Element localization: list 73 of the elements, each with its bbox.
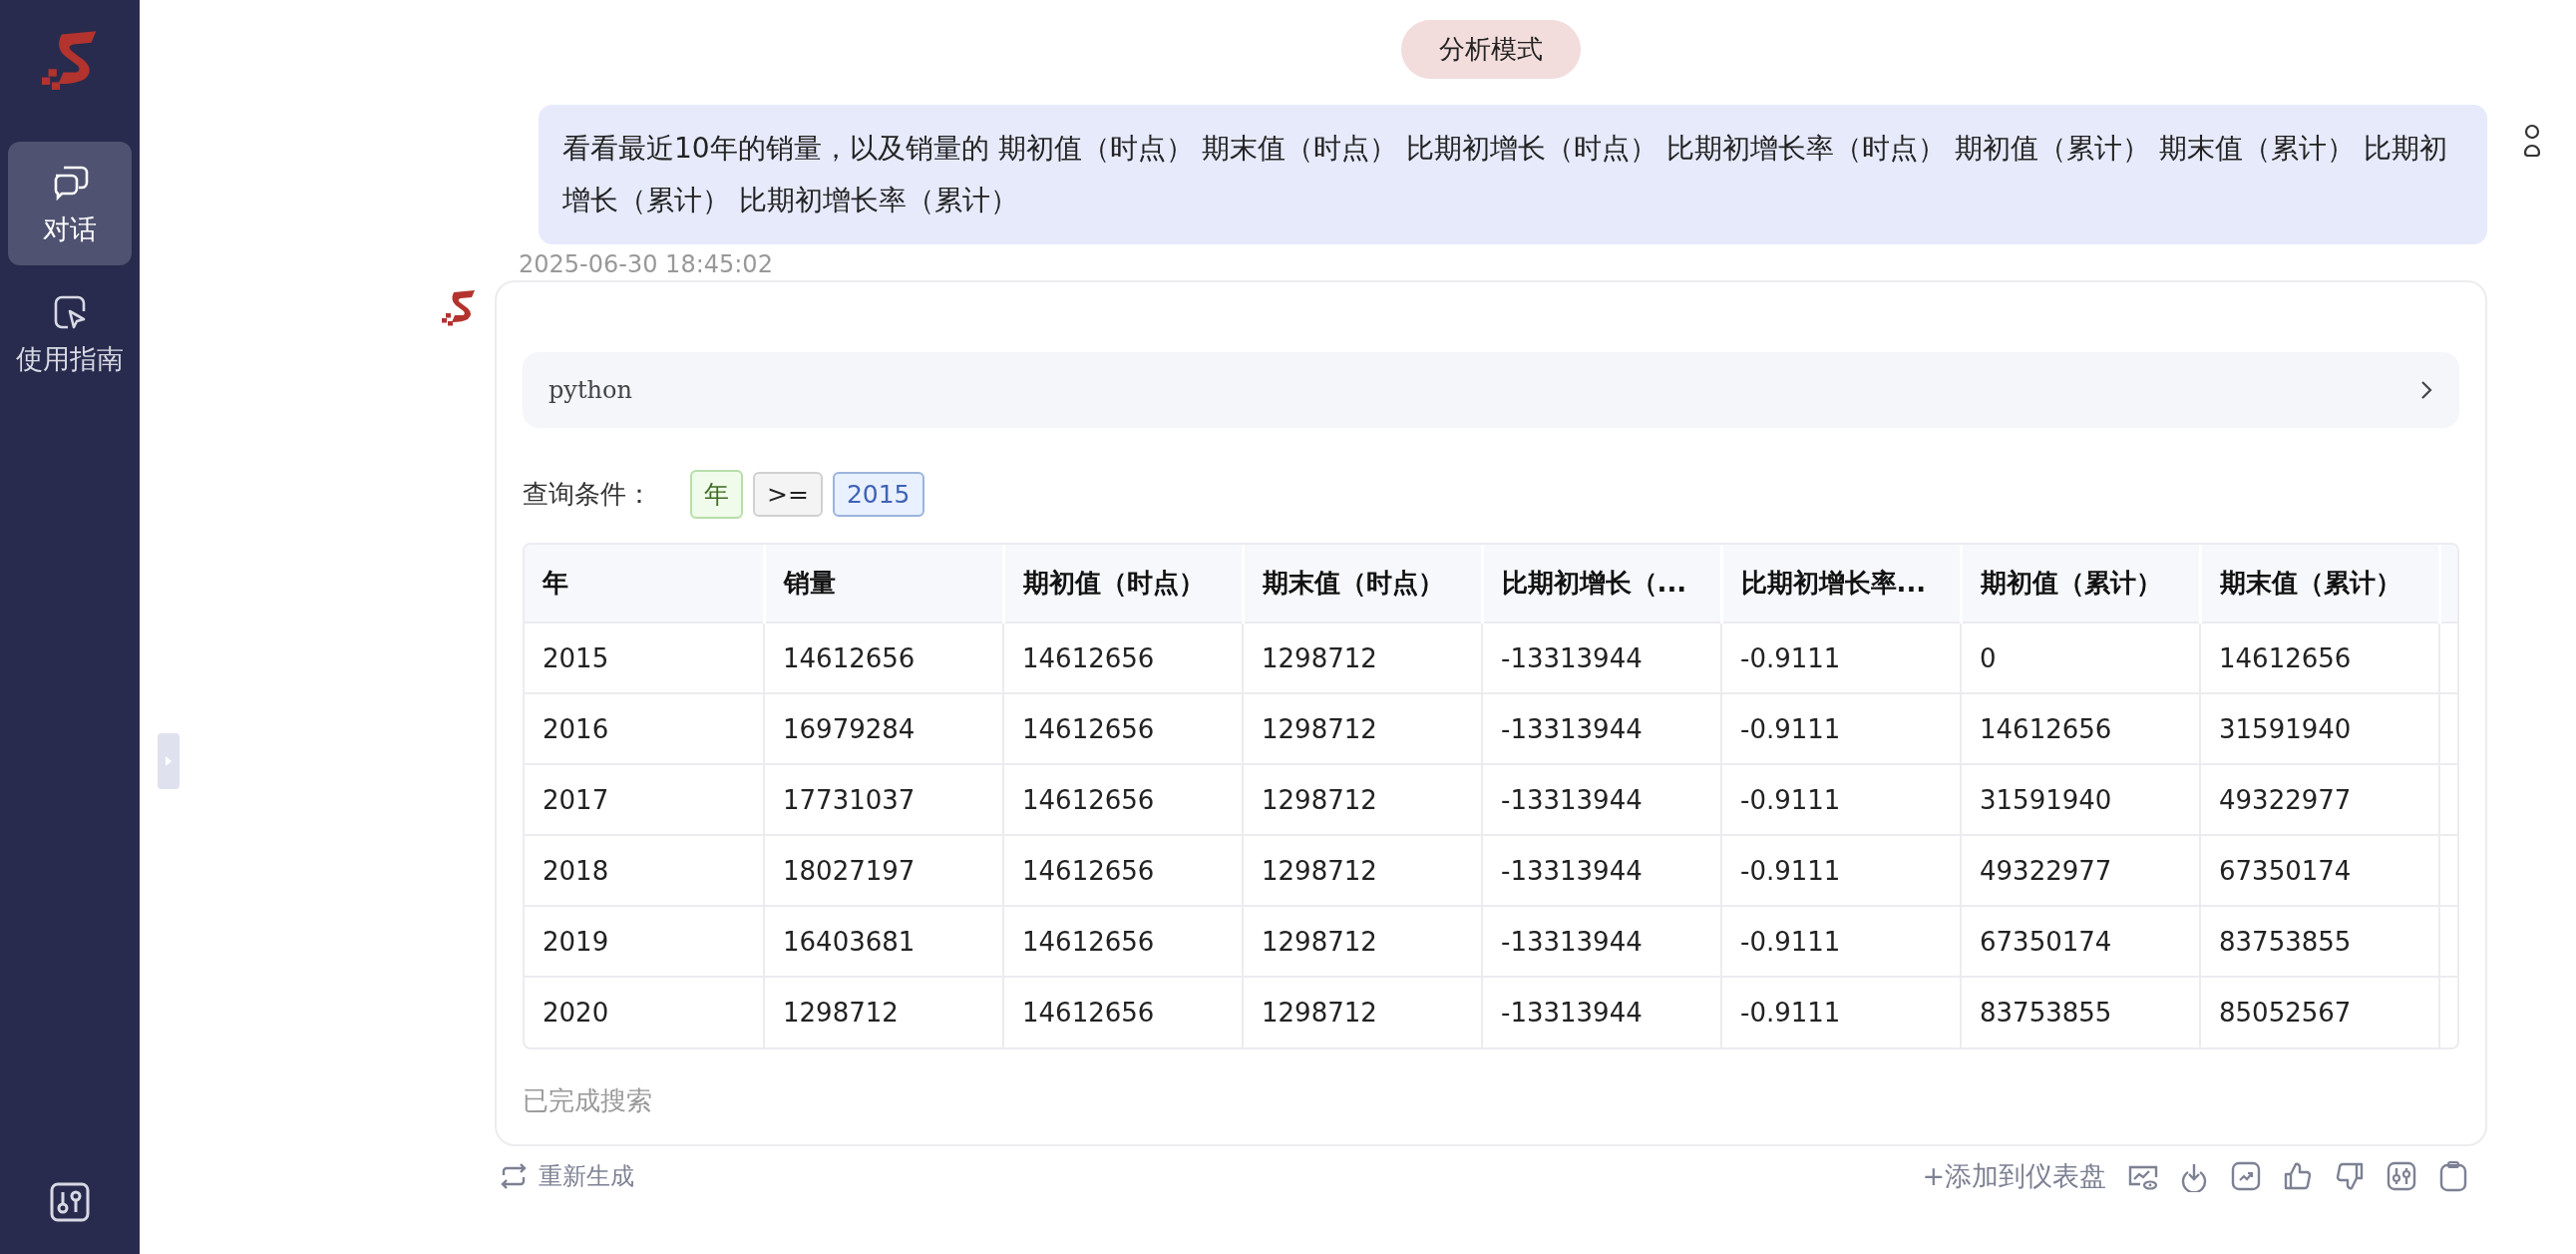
condition-tag: 2015 — [832, 472, 924, 517]
regenerate-button[interactable]: 重新生成 — [495, 1160, 634, 1192]
table-cell: -13313944 — [1501, 713, 1643, 744]
status-text: 已完成搜索 — [523, 1084, 653, 1117]
query-label: 查询条件： — [523, 478, 652, 511]
trend-chart-icon[interactable] — [2230, 1160, 2262, 1192]
table-cell: 2017 — [543, 784, 609, 815]
expand-handle[interactable] — [158, 733, 180, 789]
table-cell: 2020 — [543, 998, 609, 1028]
table-cell: 67350174 — [2219, 855, 2352, 886]
table-cell: 1298712 — [1262, 642, 1377, 673]
clipboard-icon[interactable] — [2437, 1160, 2469, 1192]
table-cell: 14612656 — [2219, 642, 2352, 673]
user-message: 看看最近10年的销量，以及销量的 期初值（时点） 期末值（时点） 比期初增长（时点） 比期初增长率（时点） 期初值（累计） 期末值（累计） 比期初增长（累计） 比期初增长率（累计） — [539, 105, 2487, 244]
table-cell: 16403681 — [783, 926, 916, 957]
table-cell: 2019 — [543, 926, 609, 957]
code-block-toggle[interactable]: python — [523, 352, 2459, 428]
sidebar-nav-item[interactable]: 对话 — [8, 142, 132, 265]
sliders-icon[interactable] — [2386, 1160, 2417, 1192]
table-cell: 2015 — [543, 642, 609, 673]
table-cell: 0 — [1980, 642, 1997, 673]
table-cell: 14612656 — [1022, 855, 1155, 886]
table-cell: 85052567 — [2219, 998, 2352, 1028]
table-cell: 1298712 — [1262, 713, 1377, 744]
table-cell: 49322977 — [2219, 784, 2352, 815]
sliders-icon[interactable] — [48, 1180, 92, 1224]
table-cell: 14612656 — [1022, 926, 1155, 957]
person-icon — [2521, 123, 2542, 157]
table-cell: 14612656 — [1022, 998, 1155, 1028]
table-cell: -0.9111 — [1740, 642, 1841, 673]
condition-tag: 年 — [690, 470, 743, 519]
sidebar-nav-item[interactable]: 使用指南 — [8, 271, 132, 395]
table-cell: 14612656 — [1022, 713, 1155, 744]
repeat-icon — [499, 1161, 529, 1191]
caret-icon — [164, 754, 174, 768]
table-cell: 83753855 — [2219, 926, 2352, 957]
condition-tag: >= — [753, 472, 823, 517]
table-cell: -13313944 — [1501, 642, 1643, 673]
table-cell: 1298712 — [1262, 855, 1377, 886]
thumbs-up-icon[interactable] — [2282, 1160, 2314, 1192]
table-cell: 49322977 — [1980, 855, 2112, 886]
table-cell: 17731037 — [783, 784, 916, 815]
table-cell: 14612656 — [1022, 642, 1155, 673]
table-cell: -13313944 — [1501, 926, 1643, 957]
table-cell: 2018 — [543, 855, 609, 886]
table-cell: -0.9111 — [1740, 855, 1841, 886]
table-cell: 14612656 — [783, 642, 916, 673]
table-cell: 31591940 — [1980, 784, 2112, 815]
mode-badge: 分析模式 — [1401, 20, 1581, 79]
table-cell: 1298712 — [1262, 926, 1377, 957]
table-cell: 14612656 — [1980, 713, 2112, 744]
column-header[interactable]: 年 — [543, 568, 568, 598]
table-cell: 67350174 — [1980, 926, 2112, 957]
table-cell: -0.9111 — [1740, 998, 1841, 1028]
table-cell: -0.9111 — [1740, 713, 1841, 744]
table-cell: -13313944 — [1501, 998, 1643, 1028]
table-cell: -13313944 — [1501, 855, 1643, 886]
table-cell: -0.9111 — [1740, 926, 1841, 957]
table-cell: 14612656 — [1022, 784, 1155, 815]
table-cell: 31591940 — [2219, 713, 2352, 744]
thumbs-down-icon[interactable] — [2334, 1160, 2366, 1192]
table-cell: 18027197 — [783, 855, 916, 886]
add-to-dashboard-link[interactable]: +添加到仪表盘 — [1922, 1158, 2106, 1194]
table-cell: 1298712 — [1262, 998, 1377, 1028]
table-cell: 1298712 — [783, 998, 899, 1028]
table-cell: 1298712 — [1262, 784, 1377, 815]
column-header[interactable]: 销量 — [783, 568, 836, 598]
table-cell: 16979284 — [783, 713, 916, 744]
table-cell: -13313944 — [1501, 784, 1643, 815]
table-cell: -0.9111 — [1740, 784, 1841, 815]
timestamp: 2025-06-30 18:45:02 — [519, 250, 774, 278]
table-cell: 2016 — [543, 713, 609, 744]
table-cell: 83753855 — [1980, 998, 2112, 1028]
